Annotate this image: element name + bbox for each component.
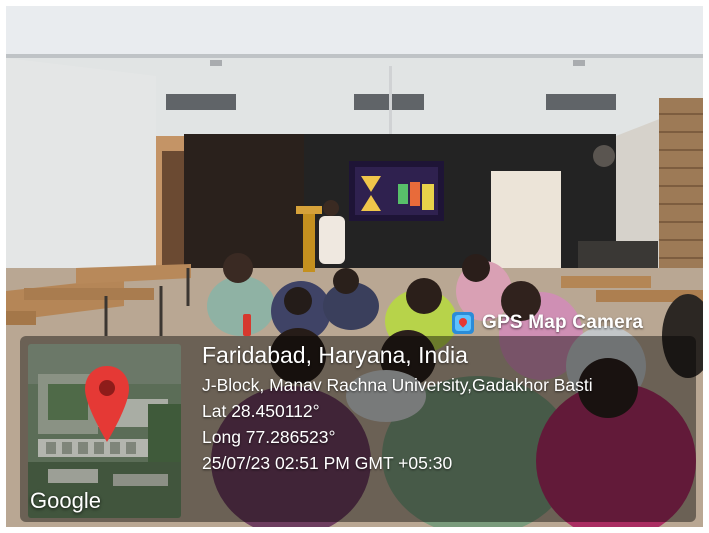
timestamp-line: 25/07/23 02:51 PM GMT +05:30 bbox=[202, 453, 453, 473]
app-name: GPS Map Camera bbox=[482, 312, 644, 333]
location-title: Faridabad, Haryana, India bbox=[202, 342, 468, 368]
map-brand-logo: Google bbox=[30, 488, 101, 513]
gps-camera-badge: GPS Map Camera bbox=[452, 306, 643, 340]
latitude-line: Lat 28.450112° bbox=[202, 401, 320, 421]
map-pin-icon bbox=[85, 366, 129, 442]
location-details: Faridabad, Haryana, India J-Block, Manav… bbox=[202, 340, 692, 475]
longitude-line: Long 77.286523° bbox=[202, 427, 336, 447]
photo-frame: GPS Map Camera Google Faridabad, Haryana… bbox=[6, 6, 703, 527]
mini-map: Google bbox=[28, 344, 181, 518]
location-info-panel: Google Faridabad, Haryana, India J-Block… bbox=[20, 336, 696, 522]
address-line: J-Block, Manav Rachna University,Gadakho… bbox=[202, 375, 593, 395]
gps-map-camera-icon bbox=[452, 312, 474, 334]
